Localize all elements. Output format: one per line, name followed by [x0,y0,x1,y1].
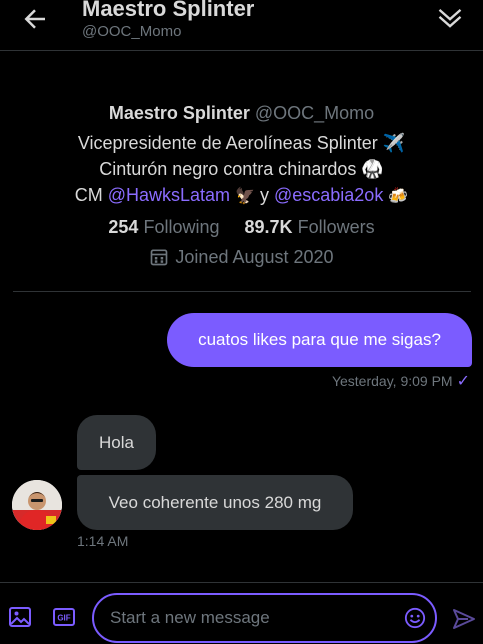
conversation-header: Maestro Splinter @OOC_Momo [0,0,483,51]
profile-summary: Maestro Splinter @OOC_Momo Vicepresident… [0,100,483,270]
avatar[interactable] [12,480,62,530]
bio-text: CM [74,185,108,205]
profile-handle: @OOC_Momo [254,103,375,123]
header-title[interactable]: Maestro Splinter [82,0,254,22]
joined-date: Joined August 2020 [0,244,483,270]
message-text: Veo coherente unos 280 mg [108,492,322,512]
beer-emoji: 🍻 [388,188,409,205]
followers-count: 89.7K [244,217,293,237]
avatar-image [12,480,62,530]
message-text: cuatos likes para que me sigas? [198,330,441,349]
header-handle: @OOC_Momo [82,23,182,40]
message-text: Hola [99,432,134,452]
eagle-emoji: 🦅 [235,188,255,205]
emoji-icon[interactable] [404,607,426,629]
profile-bio: Vicepresidente de Aerolíneas Splinter ✈️… [0,130,483,210]
incoming-message[interactable]: Veo coherente unos 280 mg [77,475,353,530]
svg-text:GIF: GIF [57,614,70,623]
profile-name-line[interactable]: Maestro Splinter @OOC_Momo [0,100,483,126]
incoming-message[interactable]: Hola [77,415,156,470]
following-link[interactable]: 254 Following [108,217,219,237]
following-label: Following [143,217,220,237]
incoming-message-time: 1:14 AM [77,533,129,549]
send-icon[interactable] [452,607,476,631]
followers-label: Followers [297,217,375,237]
calendar-icon [151,249,168,266]
divider [13,291,471,292]
mention-link[interactable]: @HawksLatam [108,185,230,205]
check-icon: ✓ [456,373,470,390]
joined-text: Joined August 2020 [175,247,334,267]
bio-text: y [254,185,274,205]
gif-icon[interactable]: GIF [52,605,76,629]
mention-link[interactable]: @escabia2ok [274,185,383,205]
following-count: 254 [108,217,139,237]
arrow-left-icon[interactable] [20,4,50,34]
message-input-wrapper [92,593,437,643]
outgoing-message[interactable]: cuatos likes para que me sigas? [167,313,472,367]
message-input[interactable] [110,605,390,631]
bio-line: CM @HawksLatam 🦅 y @escabia2ok 🍻 [0,182,483,210]
outgoing-message-meta: Yesterday, 9:09 PM ✓ [332,371,470,391]
message-time: Yesterday, 9:09 PM [331,373,453,389]
bio-line: Cinturón negro contra chinardos 🥋 [99,159,384,179]
profile-stats: 254 Following 89.7K Followers [0,214,483,240]
profile-name: Maestro Splinter [108,103,250,123]
followers-link[interactable]: 89.7K Followers [245,217,375,237]
image-icon[interactable] [8,605,32,629]
message-composer: GIF [0,582,483,644]
double-chevron-down-icon[interactable] [436,4,464,32]
bio-line: Vicepresidente de Aerolíneas Splinter ✈️ [77,133,406,153]
